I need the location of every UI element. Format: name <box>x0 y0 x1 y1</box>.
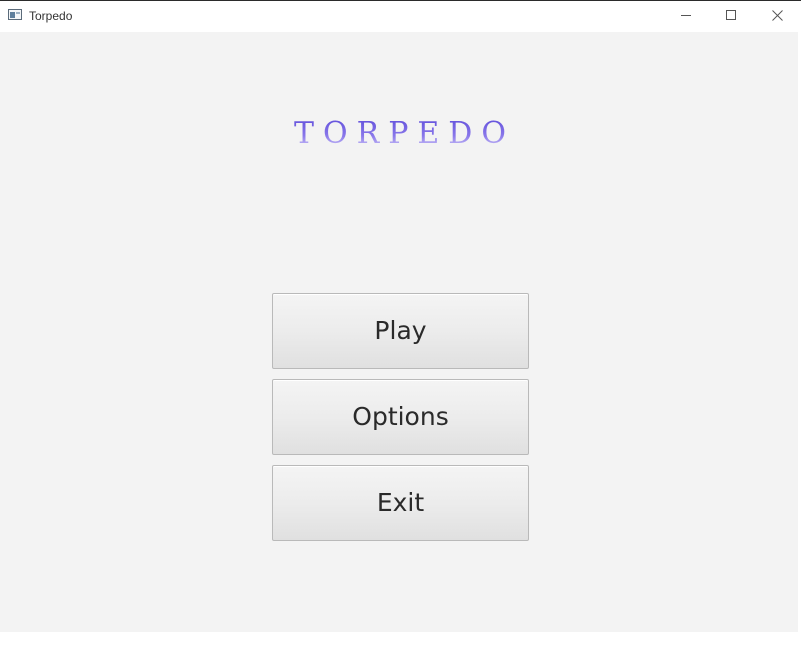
window-title: Torpedo <box>29 9 73 23</box>
maximize-button[interactable] <box>709 1 755 31</box>
minimize-button[interactable] <box>663 1 709 31</box>
close-icon <box>772 10 783 21</box>
options-button[interactable]: Options <box>272 379 529 455</box>
title-bar[interactable]: Torpedo <box>0 1 801 31</box>
exit-button[interactable]: Exit <box>272 465 529 541</box>
window-app-icon <box>8 9 22 20</box>
application-window: Torpedo TORPEDO Play Options Exit <box>0 0 801 649</box>
minimize-icon <box>681 15 691 16</box>
main-menu-panel: TORPEDO Play Options Exit <box>0 32 798 632</box>
maximize-icon <box>726 10 736 20</box>
close-button[interactable] <box>755 1 801 31</box>
game-title: TORPEDO <box>0 115 800 153</box>
play-button[interactable]: Play <box>272 293 529 369</box>
